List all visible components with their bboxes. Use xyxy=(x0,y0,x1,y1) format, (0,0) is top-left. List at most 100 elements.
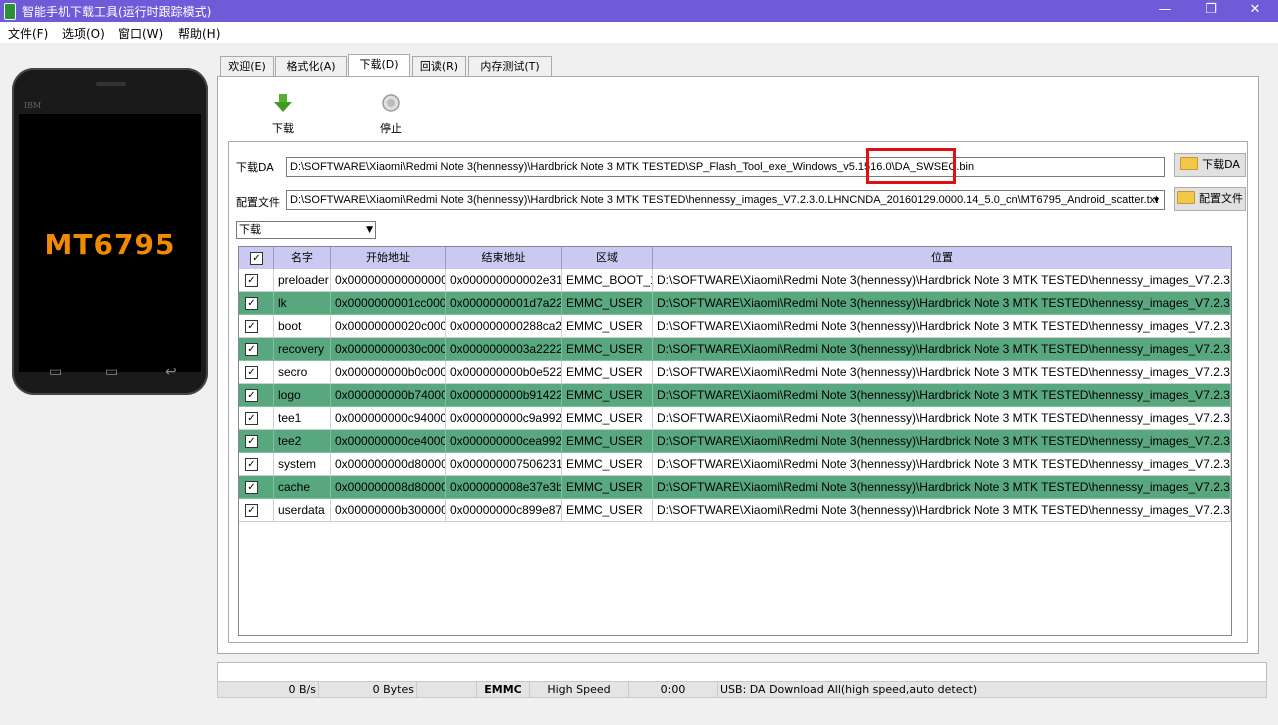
download-tool-button[interactable]: 下载 xyxy=(268,93,298,136)
minimize-button[interactable]: — xyxy=(1142,0,1188,22)
row-checkbox[interactable]: ✓ xyxy=(245,343,258,356)
menu-options[interactable]: 选项(O) xyxy=(62,25,105,42)
chevron-down-icon[interactable]: ▼ xyxy=(1152,191,1161,209)
table-row[interactable]: ✓ secro 0x000000000b0c0000 0x000000000b0e52… xyxy=(239,361,1231,384)
table-row[interactable]: ✓ tee1 0x000000000c940000 0x000000000c9a992… xyxy=(239,407,1231,430)
row-checkbox[interactable]: ✓ xyxy=(245,320,258,333)
mode-select-value: 下载 xyxy=(239,223,261,236)
cell-location: D:\SOFTWARE\Xiaomi\Redmi Note 3(hennessy… xyxy=(653,384,1231,407)
cell-checkbox[interactable]: ✓ xyxy=(239,476,274,499)
cell-region: EMMC_USER xyxy=(562,338,653,361)
cell-checkbox[interactable]: ✓ xyxy=(239,315,274,338)
row-checkbox[interactable]: ✓ xyxy=(245,297,258,310)
tab-readback[interactable]: 回读(R) xyxy=(412,56,466,76)
menu-help[interactable]: 帮助(H) xyxy=(178,25,220,42)
stop-icon xyxy=(382,94,400,112)
cell-start-address: 0x00000000b3000000 xyxy=(331,499,446,522)
row-checkbox[interactable]: ✓ xyxy=(245,274,258,287)
stop-tool-label: 停止 xyxy=(380,122,402,135)
cell-checkbox[interactable]: ✓ xyxy=(239,338,274,361)
cell-start-address: 0x000000000c940000 xyxy=(331,407,446,430)
cell-checkbox[interactable]: ✓ xyxy=(239,384,274,407)
row-checkbox[interactable]: ✓ xyxy=(245,504,258,517)
cell-checkbox[interactable]: ✓ xyxy=(239,269,274,292)
row-checkbox[interactable]: ✓ xyxy=(245,481,258,494)
mode-select[interactable]: 下载 ▼ xyxy=(236,221,376,239)
close-button[interactable]: ✕ xyxy=(1232,0,1278,22)
cell-name: boot xyxy=(274,315,331,338)
cell-region: EMMC_USER xyxy=(562,453,653,476)
cell-name: logo xyxy=(274,384,331,407)
table-row[interactable]: ✓ recovery 0x00000000030c0000 0x0000000003a… xyxy=(239,338,1231,361)
cell-name: tee2 xyxy=(274,430,331,453)
title-bar: 智能手机下载工具(运行时跟踪模式) — ❐ ✕ xyxy=(0,0,1278,22)
cell-start-address: 0x000000000b740000 xyxy=(331,384,446,407)
scatter-browse-label: 配置文件 xyxy=(1199,192,1243,205)
cell-name: system xyxy=(274,453,331,476)
cell-start-address: 0x000000000b0c0000 xyxy=(331,361,446,384)
tab-memory-test[interactable]: 内存测试(T) xyxy=(468,56,552,76)
cell-end-address: 0x000000000288ca2b xyxy=(446,315,562,338)
cell-location: D:\SOFTWARE\Xiaomi\Redmi Note 3(hennessy… xyxy=(653,338,1231,361)
chevron-down-icon: ▼ xyxy=(366,225,373,235)
menu-window[interactable]: 窗口(W) xyxy=(118,25,163,42)
table-row[interactable]: ✓ system 0x000000000d800000 0x0000000075062… xyxy=(239,453,1231,476)
select-all-header[interactable]: ✓ xyxy=(239,247,274,269)
cell-name: recovery xyxy=(274,338,331,361)
da-path-field[interactable]: D:\SOFTWARE\Xiaomi\Redmi Note 3(hennessy… xyxy=(286,157,1165,177)
row-checkbox[interactable]: ✓ xyxy=(245,412,258,425)
cell-location: D:\SOFTWARE\Xiaomi\Redmi Note 3(hennessy… xyxy=(653,430,1231,453)
cell-location: D:\SOFTWARE\Xiaomi\Redmi Note 3(hennessy… xyxy=(653,292,1231,315)
cell-checkbox[interactable]: ✓ xyxy=(239,292,274,315)
da-browse-button[interactable]: 下载DA xyxy=(1174,153,1246,177)
cell-name: preloader xyxy=(274,269,331,292)
table-row[interactable]: ✓ userdata 0x00000000b3000000 0x00000000c89… xyxy=(239,499,1231,522)
cell-checkbox[interactable]: ✓ xyxy=(239,430,274,453)
row-checkbox[interactable]: ✓ xyxy=(245,458,258,471)
cell-end-address: 0x000000008e37e3b7 xyxy=(446,476,562,499)
folder-icon xyxy=(1177,191,1195,204)
table-row[interactable]: ✓ tee2 0x000000000ce40000 0x000000000cea992… xyxy=(239,430,1231,453)
da-path-prefix: D:\SOFTWARE\Xiaomi\Redmi Note 3(hennessy… xyxy=(290,161,892,173)
phone-image: IBM MT6795 ▭ ▭ ↩ xyxy=(12,68,208,395)
progress-bar xyxy=(217,662,1267,682)
cell-checkbox[interactable]: ✓ xyxy=(239,407,274,430)
status-message: USB: DA Download All(high speed,auto det… xyxy=(720,683,978,696)
table-row[interactable]: ✓ cache 0x000000008d800000 0x000000008e37e3… xyxy=(239,476,1231,499)
row-checkbox[interactable]: ✓ xyxy=(245,389,258,402)
table-row[interactable]: ✓ preloader 0x0000000000000000 0x0000000000… xyxy=(239,269,1231,292)
cell-end-address: 0x0000000003a2222b xyxy=(446,338,562,361)
cell-checkbox[interactable]: ✓ xyxy=(239,499,274,522)
tab-welcome[interactable]: 欢迎(E) xyxy=(220,56,274,76)
tab-format[interactable]: 格式化(A) xyxy=(275,56,347,76)
scatter-browse-button[interactable]: 配置文件 xyxy=(1174,187,1246,211)
row-checkbox[interactable]: ✓ xyxy=(245,366,258,379)
status-bytes: 0 Bytes xyxy=(318,682,417,697)
row-checkbox[interactable]: ✓ xyxy=(245,435,258,448)
select-all-checkbox[interactable]: ✓ xyxy=(250,252,263,265)
tab-download[interactable]: 下载(D) xyxy=(348,54,410,77)
table-row[interactable]: ✓ logo 0x000000000b740000 0x000000000b91422… xyxy=(239,384,1231,407)
cell-region: EMMC_USER xyxy=(562,292,653,315)
cell-location: D:\SOFTWARE\Xiaomi\Redmi Note 3(hennessy… xyxy=(653,315,1231,338)
cell-checkbox[interactable]: ✓ xyxy=(239,361,274,384)
table-row[interactable]: ✓ boot 0x00000000020c0000 0x000000000288ca2… xyxy=(239,315,1231,338)
maximize-button[interactable]: ❐ xyxy=(1188,0,1234,22)
cell-start-address: 0x000000008d800000 xyxy=(331,476,446,499)
table-row[interactable]: ✓ lk 0x0000000001cc0000 0x0000000001d7a22b E… xyxy=(239,292,1231,315)
cell-region: EMMC_BOOT_1 xyxy=(562,269,653,292)
cell-end-address: 0x000000000b91422b xyxy=(446,384,562,407)
cell-name: tee1 xyxy=(274,407,331,430)
stop-tool-button[interactable]: 停止 xyxy=(376,93,406,136)
cell-end-address: 0x0000000001d7a22b xyxy=(446,292,562,315)
cell-checkbox[interactable]: ✓ xyxy=(239,453,274,476)
cell-start-address: 0x00000000020c0000 xyxy=(331,315,446,338)
scatter-path-field[interactable]: D:\SOFTWARE\Xiaomi\Redmi Note 3(hennessy… xyxy=(286,190,1165,210)
cell-name: userdata xyxy=(274,499,331,522)
menu-file[interactable]: 文件(F) xyxy=(8,25,48,42)
cell-end-address: 0x00000000c899e87f xyxy=(446,499,562,522)
status-blank xyxy=(416,682,477,697)
status-usb-speed: High Speed xyxy=(530,682,629,697)
config-area: 下载DA D:\SOFTWARE\Xiaomi\Redmi Note 3(hen… xyxy=(228,141,1248,643)
cell-region: EMMC_USER xyxy=(562,430,653,453)
